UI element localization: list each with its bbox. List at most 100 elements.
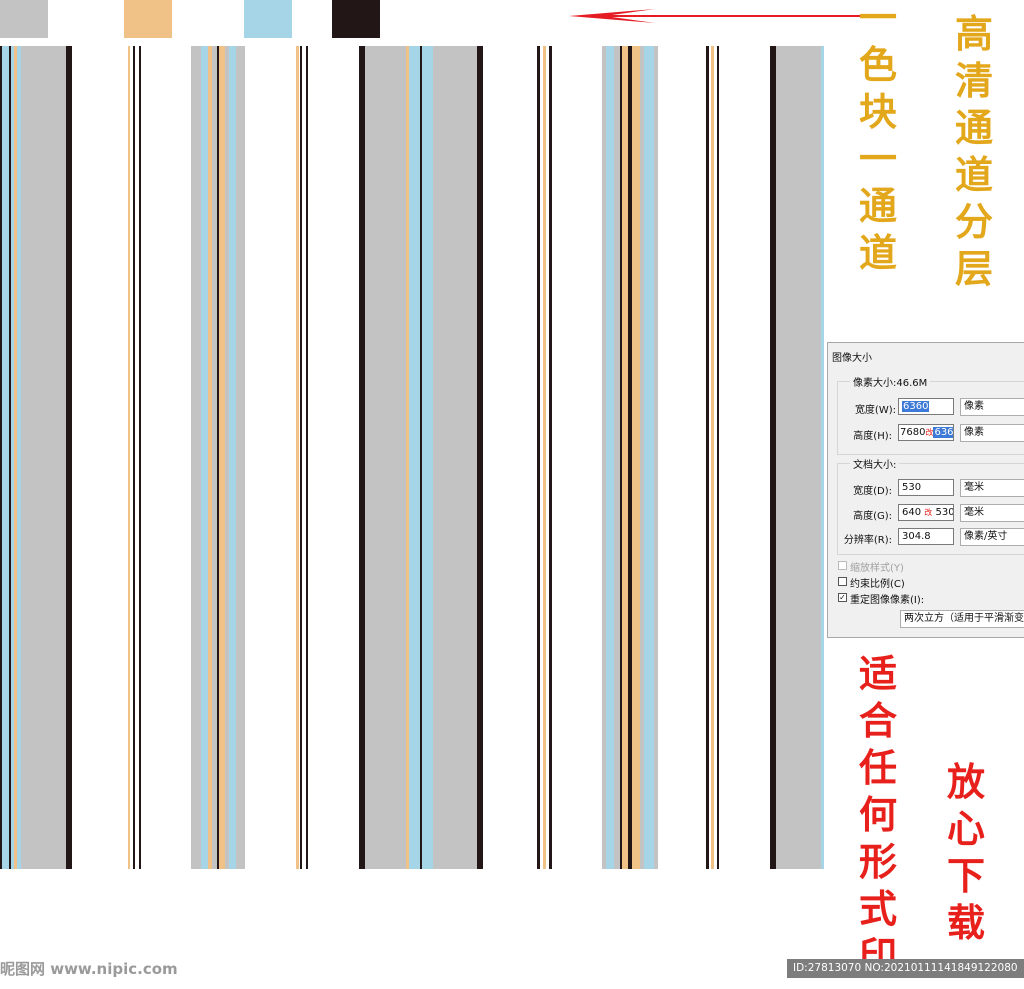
- stripe: [420, 46, 422, 869]
- pixel-width-input[interactable]: 6360: [898, 398, 954, 415]
- stripe: [0, 46, 2, 869]
- stripe: [614, 46, 620, 869]
- swatch-black: [332, 0, 380, 38]
- resample-method: 两次立方（适用于平滑渐变: [904, 613, 1024, 624]
- resample-label: 重定图像像素(I):: [850, 595, 925, 606]
- pixel-height-new: 6360: [933, 427, 953, 438]
- stripe: [409, 46, 420, 869]
- resolution-label: 分辨率(R):: [843, 535, 892, 546]
- doc-width-unit-select[interactable]: 毫米: [960, 479, 1024, 497]
- stripe: [543, 46, 546, 869]
- stripe: [128, 46, 130, 869]
- pixel-height-unit: 像素: [964, 427, 984, 438]
- doc-width-unit: 毫米: [964, 482, 984, 493]
- stripe: [622, 46, 628, 869]
- stripe: [11, 46, 14, 869]
- stripe: [306, 46, 308, 869]
- stripe: [711, 46, 714, 869]
- stripe: [606, 46, 614, 869]
- stripe: [477, 46, 483, 869]
- pixel-height-input[interactable]: 7680改6360: [898, 424, 954, 441]
- resample-checkbox[interactable]: ✓: [838, 593, 847, 602]
- stripe: [2, 46, 9, 869]
- stripe: [770, 46, 776, 869]
- stripe: [296, 46, 299, 869]
- swatch-blue: [244, 0, 292, 38]
- caption-one-block-one-channel: 一色块一通道: [858, 0, 897, 275]
- stripe: [225, 46, 229, 869]
- stripe: [359, 46, 365, 869]
- doc-height-old: 640: [902, 507, 922, 518]
- stripe: [640, 46, 644, 869]
- stripe: [9, 46, 11, 869]
- stripe: [139, 46, 141, 869]
- resolution-unit: 像素/英寸: [964, 531, 1008, 542]
- stripe: [217, 46, 219, 869]
- constrain-proportions-checkbox[interactable]: [838, 577, 847, 586]
- stripe: [628, 46, 632, 869]
- stripe: [191, 46, 201, 869]
- height-label: 高度(H):: [853, 431, 892, 442]
- doc-height-new: 530: [935, 507, 954, 518]
- stripe: [717, 46, 719, 869]
- stripe: [236, 46, 245, 869]
- doc-height-unit: 毫米: [964, 507, 984, 518]
- width-label: 宽度(W):: [854, 405, 896, 416]
- stripe: [654, 46, 658, 869]
- stripe: [644, 46, 654, 869]
- site-watermark: 昵图网 www.nipic.com: [0, 960, 178, 978]
- doc-width-value: 530: [902, 482, 922, 493]
- stripe: [219, 46, 225, 869]
- swatch-gray: [0, 0, 48, 38]
- resolution-value: 304.8: [902, 531, 931, 542]
- pixel-width-value: 6360: [902, 401, 930, 412]
- edit-mark: 改: [924, 508, 933, 517]
- stripe: [201, 46, 208, 869]
- stripe: [422, 46, 433, 869]
- pixel-height-unit-select[interactable]: 像素∨: [960, 424, 1024, 442]
- stripe: [21, 46, 66, 869]
- doc-height-unit-select[interactable]: 毫米: [960, 504, 1024, 522]
- doc-width-input[interactable]: 530: [898, 479, 954, 496]
- stripe: [229, 46, 236, 869]
- document-size-label: 文档大小:: [850, 456, 900, 471]
- stripe: [365, 46, 406, 869]
- stripe: [66, 46, 72, 869]
- doc-height-label: 高度(G):: [853, 511, 892, 522]
- stripe: [632, 46, 640, 869]
- pixel-height-old: 7680: [900, 427, 926, 438]
- stripe: [133, 46, 135, 869]
- resolution-input[interactable]: 304.8: [898, 528, 954, 545]
- pixel-width-unit: 像素: [964, 401, 984, 412]
- scale-styles-label: 缩放样式(Y): [850, 563, 904, 574]
- scale-styles-checkbox[interactable]: [838, 561, 847, 570]
- dialog-title: 图像大小: [832, 353, 872, 364]
- stripe-pattern: [0, 46, 824, 869]
- stripe: [537, 46, 540, 869]
- swatch-tan: [124, 0, 172, 38]
- pixel-dimensions-label: 像素大小:46.6M: [850, 374, 931, 389]
- stripe: [821, 46, 824, 869]
- stripe: [208, 46, 212, 869]
- doc-width-label: 宽度(D):: [853, 486, 892, 497]
- image-id-bar: ID:27813070 NO:20210111141849122080: [787, 959, 1024, 978]
- stripe: [212, 46, 217, 869]
- caption-any-print: 适合任何形式印: [858, 651, 897, 978]
- stripe: [17, 46, 21, 869]
- pixel-width-unit-select[interactable]: 像素∨: [960, 398, 1024, 416]
- image-size-dialog: 图像大小 像素大小:46.6M 宽度(W): 6360 像素∨ 高度(H): 7…: [827, 342, 1024, 638]
- stripe: [776, 46, 821, 869]
- caption-download: 放心下载: [946, 759, 985, 945]
- stripe: [706, 46, 709, 869]
- stripe: [406, 46, 409, 869]
- stripe: [433, 46, 477, 869]
- stripe: [549, 46, 552, 869]
- stripe: [602, 46, 606, 869]
- resample-method-select[interactable]: 两次立方（适用于平滑渐变: [900, 610, 1024, 628]
- caption-hd-channels: 高清通道分层: [954, 11, 993, 291]
- resolution-unit-select[interactable]: 像素/英寸: [960, 528, 1024, 546]
- pixel-dimensions-group: [837, 381, 1024, 455]
- constrain-proportions-label: 约束比例(C): [850, 579, 905, 590]
- stripe: [300, 46, 302, 869]
- doc-height-input[interactable]: 640 改 530: [898, 504, 954, 521]
